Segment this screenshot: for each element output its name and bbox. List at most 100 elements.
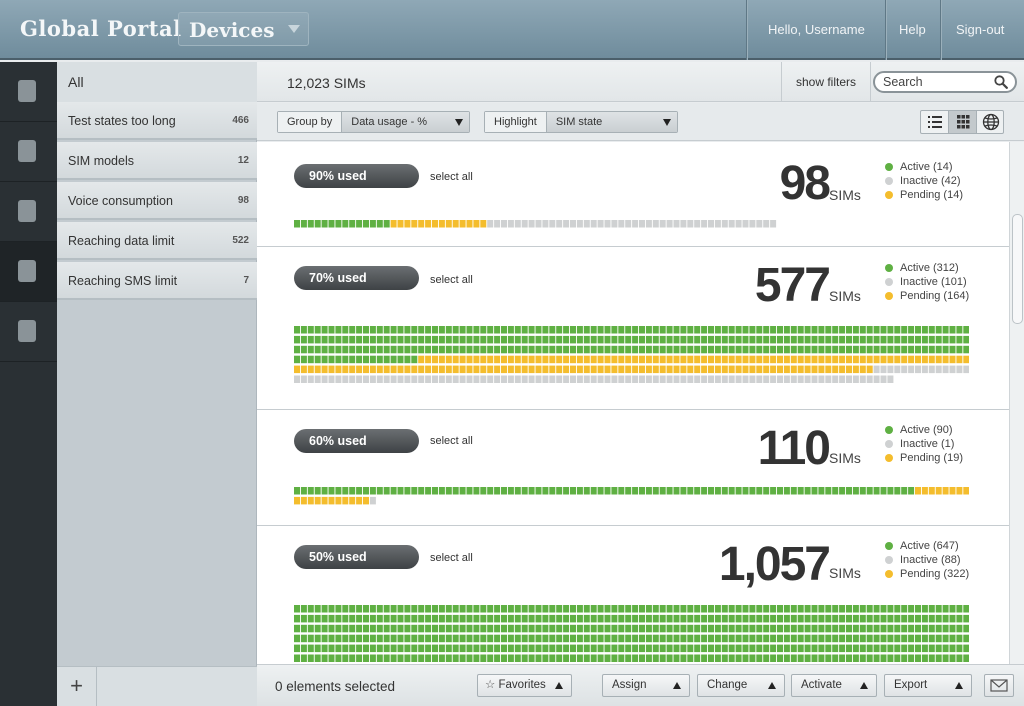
sim-cell-active[interactable] — [376, 345, 383, 354]
sim-cell-active[interactable] — [673, 634, 680, 643]
sim-cell-inactive[interactable] — [742, 375, 749, 384]
sim-cell-active[interactable] — [507, 634, 514, 643]
sim-cell-active[interactable] — [494, 624, 501, 633]
sim-cell-active[interactable] — [694, 345, 701, 354]
sim-cell-active[interactable] — [618, 487, 625, 495]
sim-cell-inactive[interactable] — [576, 220, 583, 228]
sim-cell-active[interactable] — [576, 326, 583, 334]
sim-cell-active[interactable] — [770, 605, 777, 613]
sim-cell-active[interactable] — [790, 614, 797, 623]
sim-cell-active[interactable] — [873, 624, 880, 633]
sim-cell-active[interactable] — [894, 345, 901, 354]
sim-cell-active[interactable] — [466, 335, 473, 344]
sim-cell-active[interactable] — [542, 614, 549, 623]
content-scrollbar[interactable] — [1009, 142, 1024, 664]
sim-cell-active[interactable] — [728, 644, 735, 653]
sim-cell-active[interactable] — [425, 487, 432, 495]
sim-cell-pending[interactable] — [570, 365, 576, 374]
sim-cell-active[interactable] — [714, 487, 721, 495]
sim-cell-active[interactable] — [411, 335, 418, 344]
sim-cell-active[interactable] — [846, 614, 852, 623]
sim-cell-active[interactable] — [300, 634, 307, 643]
sim-cell-active[interactable] — [445, 614, 452, 623]
sim-cell-active[interactable] — [556, 326, 563, 334]
sim-cell-active[interactable] — [887, 326, 894, 334]
sim-cell-active[interactable] — [777, 634, 783, 643]
sim-cell-inactive[interactable] — [777, 375, 783, 384]
sim-cell-active[interactable] — [652, 654, 659, 663]
sim-cell-active[interactable] — [556, 644, 563, 653]
sim-cell-active[interactable] — [459, 654, 466, 663]
sim-cell-active[interactable] — [859, 654, 866, 663]
sim-cell-active[interactable] — [935, 654, 942, 663]
sim-cell-active[interactable] — [859, 624, 866, 633]
sim-cell-active[interactable] — [818, 624, 825, 633]
sim-cell-active[interactable] — [714, 644, 721, 653]
sim-cell-active[interactable] — [528, 624, 535, 633]
sim-cell-active[interactable] — [721, 335, 728, 344]
sim-cell-active[interactable] — [735, 335, 742, 344]
sim-cell-active[interactable] — [418, 654, 425, 663]
sim-cell-active[interactable] — [894, 487, 901, 495]
sim-cell-active[interactable] — [680, 487, 687, 495]
sim-cell-pending[interactable] — [659, 355, 666, 364]
sim-cell-pending[interactable] — [901, 355, 908, 364]
sim-cell-active[interactable] — [866, 624, 873, 633]
sim-cell-active[interactable] — [901, 326, 908, 334]
sim-cell-active[interactable] — [963, 326, 969, 334]
search-input[interactable] — [883, 74, 993, 90]
sim-cell-active[interactable] — [714, 335, 721, 344]
sim-cell-active[interactable] — [832, 605, 839, 613]
sim-cell-active[interactable] — [576, 624, 583, 633]
sim-cell-active[interactable] — [590, 335, 597, 344]
sim-cell-active[interactable] — [549, 487, 556, 495]
sim-cell-active[interactable] — [328, 355, 335, 364]
sim-cell-active[interactable] — [459, 614, 466, 623]
sim-cell-active[interactable] — [942, 644, 949, 653]
sim-cell-active[interactable] — [328, 605, 335, 613]
sim-cell-pending[interactable] — [645, 355, 652, 364]
sim-cell-active[interactable] — [590, 605, 597, 613]
sim-cell-active[interactable] — [342, 624, 349, 633]
sim-cell-active[interactable] — [797, 624, 804, 633]
sim-cell-active[interactable] — [632, 624, 639, 633]
sim-cell-active[interactable] — [597, 614, 604, 623]
sim-cell-active[interactable] — [832, 624, 839, 633]
sim-cell-active[interactable] — [590, 326, 597, 334]
sim-cell-active[interactable] — [652, 644, 659, 653]
sim-cell-active[interactable] — [645, 654, 652, 663]
sim-cell-active[interactable] — [294, 355, 300, 364]
sim-cell-active[interactable] — [652, 634, 659, 643]
sim-cell-pending[interactable] — [418, 365, 425, 374]
sim-cell-active[interactable] — [956, 634, 963, 643]
sim-cell-active[interactable] — [859, 644, 866, 653]
sim-cell-active[interactable] — [480, 326, 487, 334]
sim-cell-active[interactable] — [942, 624, 949, 633]
sim-cell-active[interactable] — [335, 605, 342, 613]
sim-cell-active[interactable] — [749, 487, 756, 495]
sim-cell-pending[interactable] — [501, 355, 507, 364]
sim-cell-pending[interactable] — [307, 365, 314, 374]
sim-cell-pending[interactable] — [590, 365, 597, 374]
sim-cell-active[interactable] — [349, 220, 356, 228]
highlight-select[interactable]: SIM state — [546, 112, 677, 132]
sim-cell-active[interactable] — [535, 634, 542, 643]
sim-cell-active[interactable] — [818, 326, 825, 334]
sim-cell-inactive[interactable] — [576, 375, 583, 384]
sim-cell-active[interactable] — [363, 605, 369, 613]
sim-cell-active[interactable] — [701, 654, 708, 663]
sim-cell-active[interactable] — [349, 614, 356, 623]
sim-cell-active[interactable] — [825, 487, 832, 495]
scrollbar-thumb[interactable] — [1012, 214, 1023, 324]
sim-cell-pending[interactable] — [528, 365, 535, 374]
sim-cell-active[interactable] — [666, 624, 673, 633]
sim-cell-active[interactable] — [549, 326, 556, 334]
sim-cell-active[interactable] — [438, 326, 445, 334]
sim-cell-active[interactable] — [597, 644, 604, 653]
sim-cell-active[interactable] — [735, 614, 742, 623]
sim-cell-inactive[interactable] — [949, 365, 956, 374]
sim-cell-active[interactable] — [452, 487, 459, 495]
sim-cell-pending[interactable] — [742, 355, 749, 364]
sim-cell-inactive[interactable] — [300, 375, 307, 384]
sim-cell-inactive[interactable] — [666, 220, 673, 228]
